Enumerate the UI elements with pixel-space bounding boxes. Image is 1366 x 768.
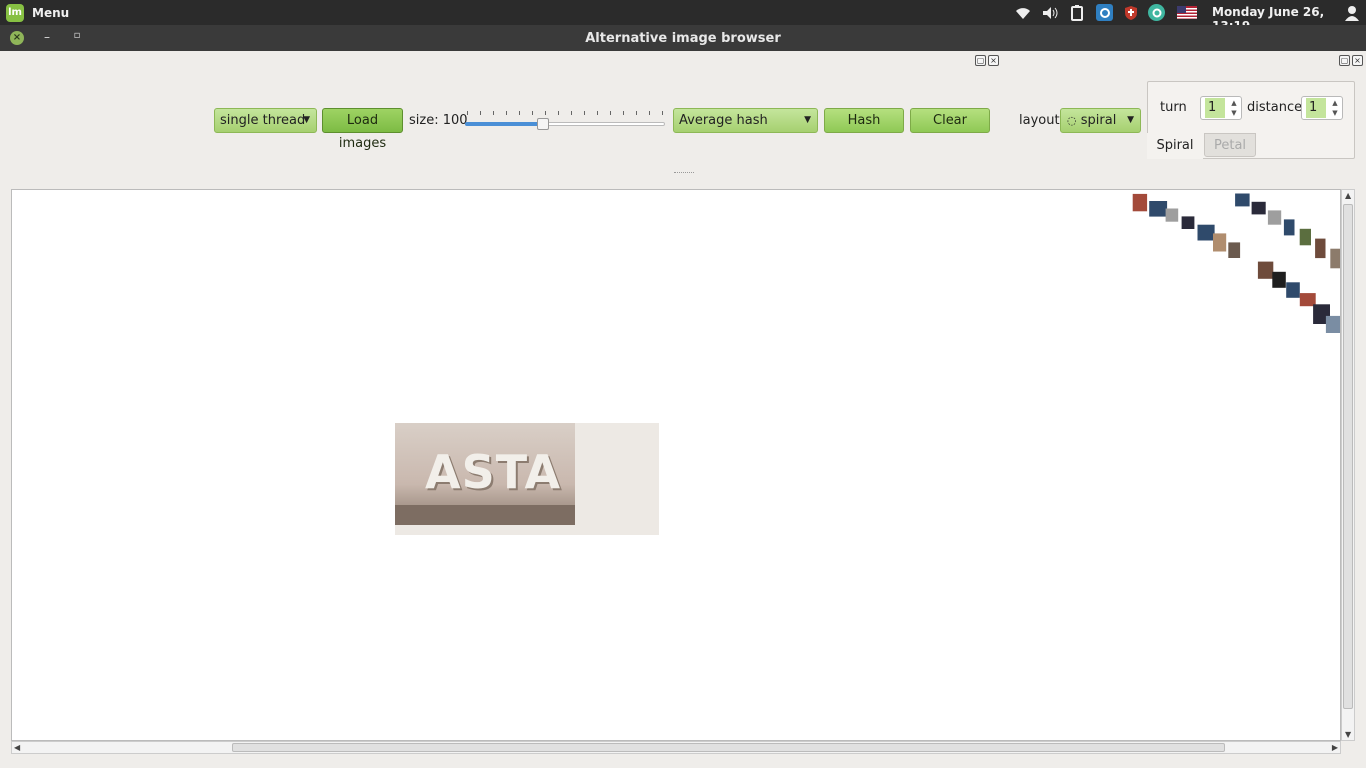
load-images-button[interactable]: Load images bbox=[322, 108, 403, 151]
minimize-window-button[interactable]: – bbox=[40, 30, 54, 44]
layout-select[interactable]: ◌ spiral ▼ bbox=[1060, 108, 1141, 133]
float-panel-icon-right[interactable]: ▢ bbox=[1339, 55, 1350, 66]
slider-tick bbox=[623, 111, 624, 115]
tab-petal[interactable]: Petal bbox=[1204, 133, 1256, 157]
thread-mode-select[interactable]: single thread ▼ bbox=[214, 108, 317, 133]
slider-tick bbox=[649, 111, 650, 115]
splitter-handle[interactable] bbox=[674, 172, 694, 174]
horizontal-scrollbar[interactable]: ◀ ▶ bbox=[11, 741, 1341, 754]
image-thumbnail[interactable] bbox=[1257, 261, 1274, 279]
distance-label: distance bbox=[1247, 100, 1303, 115]
image-thumbnail[interactable] bbox=[1213, 233, 1227, 252]
vertical-scroll-thumb[interactable] bbox=[1343, 204, 1353, 709]
scroll-left-icon[interactable]: ◀ bbox=[14, 743, 20, 752]
slider-tick bbox=[493, 111, 494, 115]
close-panel-icon-right[interactable]: × bbox=[1352, 55, 1363, 66]
preview-base bbox=[395, 505, 575, 525]
image-thumbnail[interactable] bbox=[1149, 201, 1168, 217]
image-thumbnail[interactable] bbox=[1165, 208, 1179, 222]
turn-spinbox[interactable]: 1 ▲ ▼ bbox=[1200, 96, 1242, 120]
shield-icon[interactable] bbox=[1122, 4, 1139, 21]
size-slider[interactable] bbox=[465, 108, 667, 130]
chevron-down-icon: ▼ bbox=[1127, 115, 1134, 125]
scroll-down-icon[interactable]: ▼ bbox=[1345, 730, 1351, 739]
slider-tick bbox=[519, 111, 520, 115]
image-thumbnail[interactable] bbox=[1272, 271, 1286, 288]
image-thumbnail[interactable] bbox=[1315, 238, 1326, 259]
update-icon[interactable] bbox=[1148, 4, 1165, 21]
slider-tick bbox=[558, 111, 559, 115]
turn-value: 1 bbox=[1205, 98, 1225, 118]
slider-tick bbox=[571, 111, 572, 115]
volume-icon[interactable] bbox=[1041, 4, 1058, 21]
flag-us-icon[interactable] bbox=[1177, 4, 1197, 21]
image-thumbnail[interactable] bbox=[1267, 210, 1282, 225]
slider-fill bbox=[465, 122, 543, 126]
close-window-button[interactable]: × bbox=[10, 31, 24, 45]
layout-label: layout bbox=[1019, 113, 1060, 128]
slider-tick bbox=[532, 111, 533, 115]
image-thumbnail[interactable] bbox=[1299, 228, 1311, 246]
menu-button[interactable]: lm Menu bbox=[6, 3, 69, 22]
slider-tick bbox=[545, 111, 546, 115]
image-canvas[interactable]: ASTA bbox=[11, 189, 1341, 741]
spin-arrows-icon[interactable]: ▲ ▼ bbox=[1329, 98, 1341, 118]
image-thumbnail[interactable] bbox=[1286, 282, 1300, 298]
turn-label: turn bbox=[1160, 100, 1187, 115]
window-title: Alternative image browser bbox=[585, 31, 781, 46]
thumbnail-spiral[interactable] bbox=[12, 190, 1341, 741]
layout-value: spiral bbox=[1080, 113, 1117, 128]
selected-image-preview[interactable]: ASTA bbox=[395, 423, 575, 525]
slider-tick bbox=[662, 111, 663, 115]
menu-label: Menu bbox=[32, 5, 70, 20]
scroll-right-icon[interactable]: ▶ bbox=[1332, 743, 1338, 752]
slider-tick bbox=[506, 111, 507, 115]
hash-method-select[interactable]: Average hash ▼ bbox=[673, 108, 818, 133]
slider-handle[interactable] bbox=[537, 118, 549, 130]
distance-spinbox[interactable]: 1 ▲ ▼ bbox=[1301, 96, 1343, 120]
spin-arrows-icon[interactable]: ▲ ▼ bbox=[1228, 98, 1240, 118]
shutter-icon[interactable] bbox=[1096, 4, 1113, 21]
slider-tick bbox=[584, 111, 585, 115]
slider-tick bbox=[597, 111, 598, 115]
float-panel-icon[interactable]: ▢ bbox=[975, 55, 986, 66]
chevron-down-icon: ▼ bbox=[303, 115, 310, 125]
scroll-up-icon[interactable]: ▲ bbox=[1345, 191, 1351, 200]
mint-logo-icon: lm bbox=[6, 3, 24, 22]
image-thumbnail[interactable] bbox=[1299, 293, 1316, 307]
user-icon[interactable] bbox=[1343, 4, 1360, 21]
slider-tick bbox=[610, 111, 611, 115]
slider-tick bbox=[636, 111, 637, 115]
clear-button[interactable]: Clear bbox=[910, 108, 990, 133]
taskbar: lm Menu Monday June 26, 13:19 bbox=[0, 0, 1366, 33]
image-thumbnail[interactable] bbox=[1197, 224, 1215, 241]
image-thumbnail[interactable] bbox=[1228, 242, 1241, 258]
image-thumbnail[interactable] bbox=[1235, 193, 1250, 207]
horizontal-scroll-thumb[interactable] bbox=[232, 743, 1225, 752]
preview-text: ASTA bbox=[425, 445, 562, 499]
spiral-icon: ◌ bbox=[1067, 114, 1077, 127]
image-thumbnail[interactable] bbox=[1132, 193, 1148, 212]
slider-tick bbox=[467, 111, 468, 115]
window-titlebar[interactable]: Alternative image browser bbox=[0, 25, 1366, 51]
battery-icon[interactable] bbox=[1068, 4, 1085, 21]
image-thumbnail[interactable] bbox=[1330, 248, 1341, 269]
maximize-window-button[interactable]: ▫ bbox=[70, 30, 84, 44]
image-thumbnail[interactable] bbox=[1325, 315, 1341, 333]
distance-value: 1 bbox=[1306, 98, 1326, 118]
size-label: size: 100 bbox=[409, 113, 468, 128]
image-thumbnail[interactable] bbox=[1251, 201, 1266, 215]
vertical-scrollbar[interactable]: ▲ ▼ bbox=[1341, 189, 1355, 741]
wifi-icon[interactable] bbox=[1014, 4, 1031, 21]
image-thumbnail[interactable] bbox=[1181, 216, 1195, 229]
image-thumbnail[interactable] bbox=[1283, 219, 1295, 236]
thread-mode-value: single thread bbox=[220, 113, 306, 128]
hash-method-value: Average hash bbox=[679, 113, 768, 128]
hash-button[interactable]: Hash bbox=[824, 108, 904, 133]
close-panel-icon[interactable]: × bbox=[988, 55, 999, 66]
tab-spiral[interactable]: Spiral bbox=[1147, 133, 1203, 159]
slider-tick bbox=[480, 111, 481, 115]
chevron-down-icon: ▼ bbox=[804, 115, 811, 125]
